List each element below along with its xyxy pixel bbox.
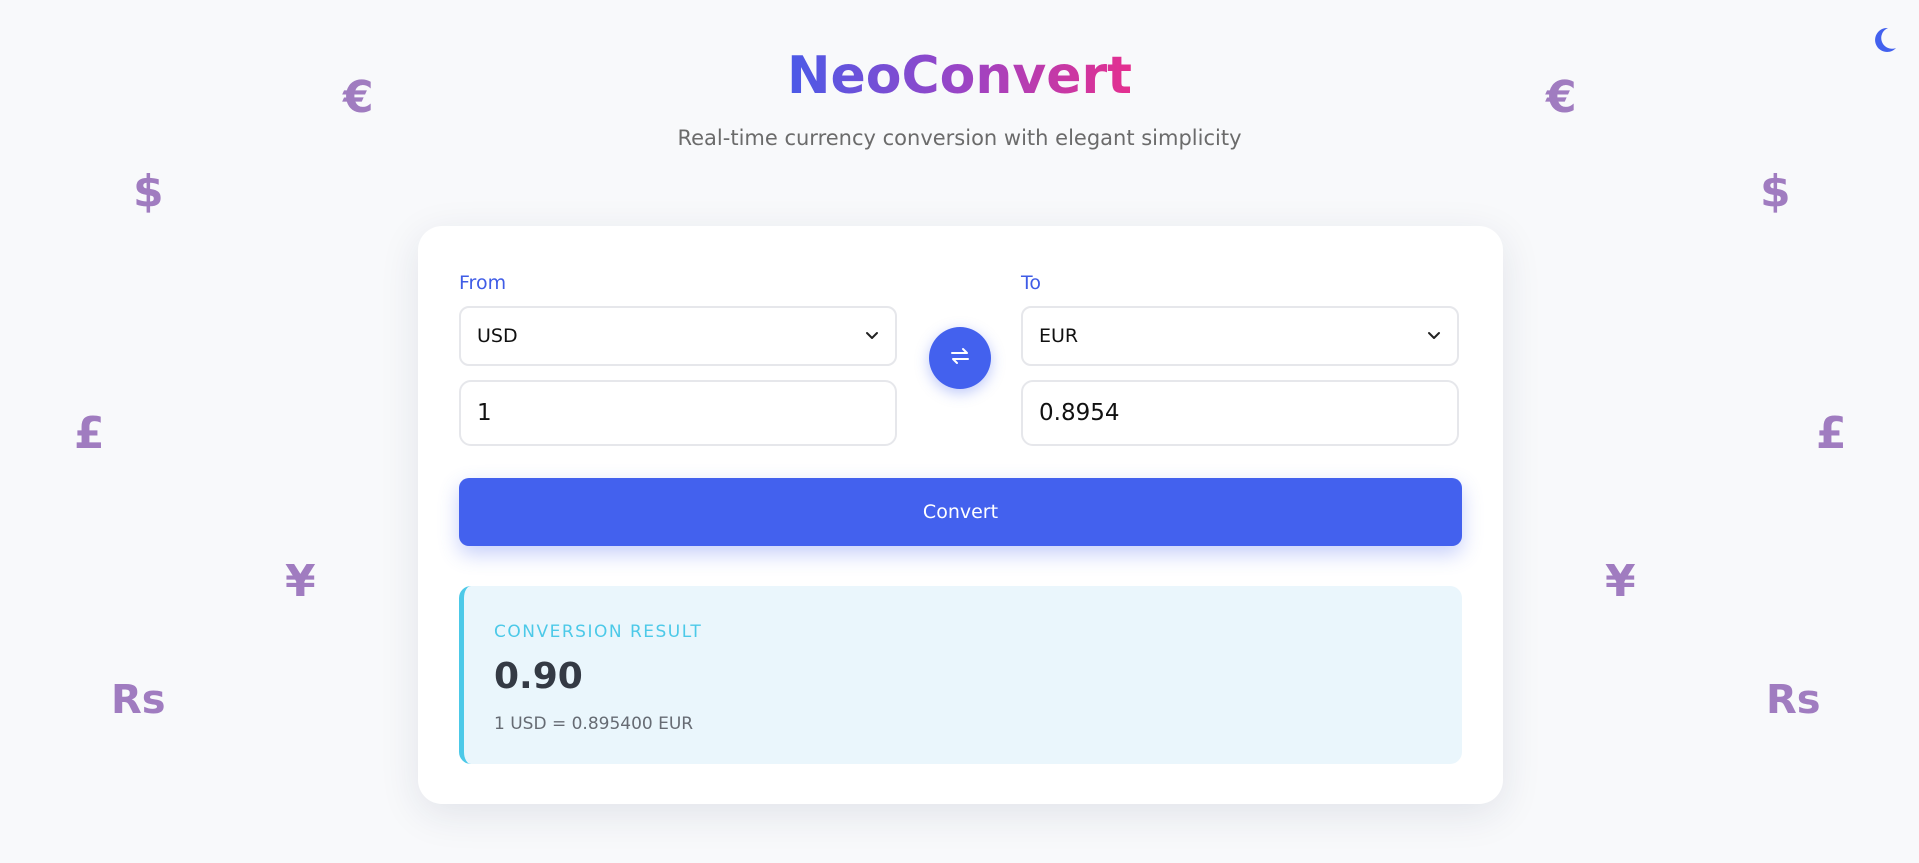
result-value: 0.90 [494, 656, 583, 697]
swap-currencies-button[interactable] [929, 327, 991, 389]
to-label: To [1021, 272, 1042, 294]
to-amount-input[interactable]: 0.8954 [1021, 380, 1459, 446]
rupee-symbol-decoration: Rs [1766, 677, 1821, 723]
app-title: NeoConvert [787, 40, 1132, 112]
from-amount-input[interactable]: 1 [459, 380, 897, 446]
convert-button[interactable]: Convert [459, 478, 1462, 546]
to-currency-select[interactable]: EUR [1021, 306, 1459, 366]
result-label: Conversion Result [494, 622, 703, 642]
chevron-down-icon [865, 331, 879, 341]
conversion-result-panel: Conversion Result 0.90 1 USD = 0.895400 … [459, 586, 1462, 764]
pound-symbol-decoration: £ [1816, 408, 1847, 459]
from-label: From [459, 272, 507, 294]
pound-symbol-decoration: £ [74, 408, 105, 459]
to-amount-value: 0.8954 [1039, 400, 1120, 426]
yen-symbol-decoration: ¥ [285, 556, 316, 607]
converter-card: From USD 1 To EUR 0.8954 Convert CONVERS… [418, 226, 1503, 804]
from-amount-value: 1 [477, 400, 492, 426]
page: € $ £ ¥ Rs € $ £ ¥ Rs NeoConvert Real-ti… [0, 0, 1919, 863]
app-subtitle: Real-time currency conversion with elega… [677, 126, 1242, 150]
chevron-down-icon [1427, 331, 1441, 341]
from-currency-select[interactable]: USD [459, 306, 897, 366]
to-currency-value: EUR [1039, 325, 1079, 347]
exchange-rate-text: 1 USD = 0.895400 EUR [494, 714, 694, 734]
yen-symbol-decoration: ¥ [1605, 556, 1636, 607]
header: NeoConvert Real-time currency conversion… [0, 40, 1919, 150]
dollar-symbol-decoration: $ [1760, 166, 1791, 217]
swap-arrows-icon [950, 347, 970, 369]
rupee-symbol-decoration: Rs [111, 677, 166, 723]
from-currency-value: USD [477, 325, 518, 347]
dollar-symbol-decoration: $ [133, 166, 164, 217]
